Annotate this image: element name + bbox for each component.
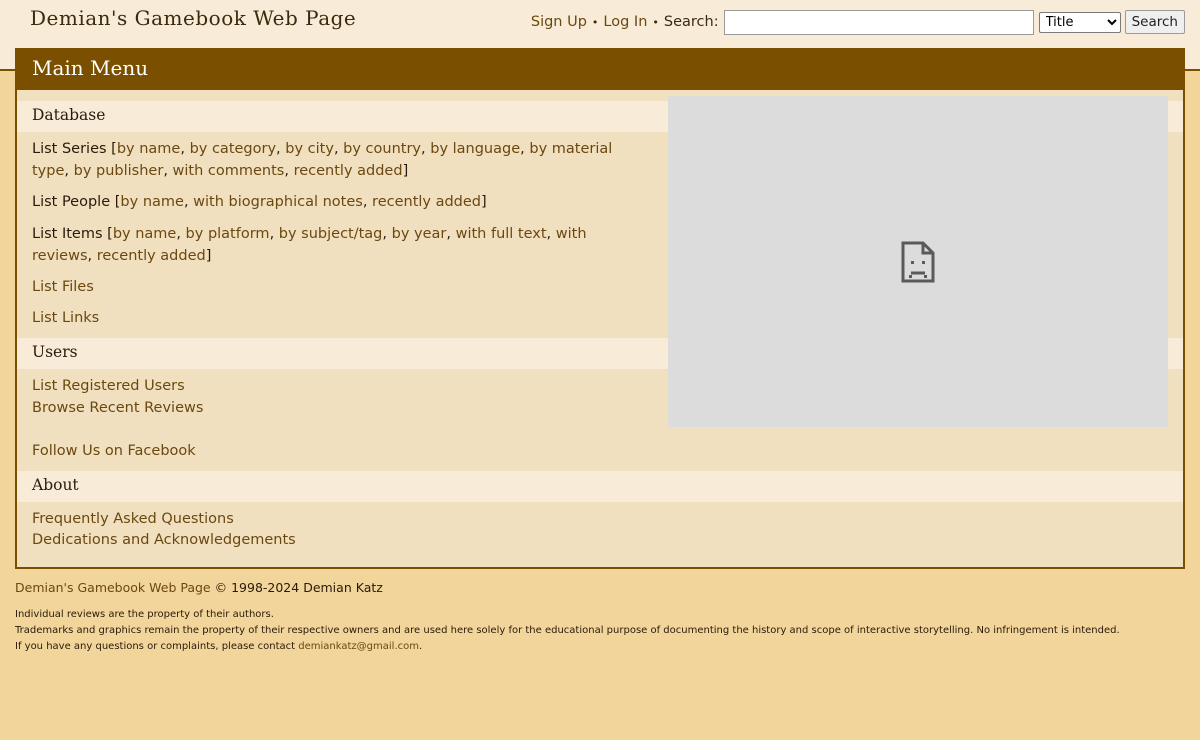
faq-link[interactable]: Frequently Asked Questions — [32, 511, 234, 527]
registered-users-line: List Registered Users — [32, 375, 632, 397]
items-by-platform-link[interactable]: by platform — [186, 226, 270, 242]
list-people-line: List People [by name, with biographical … — [32, 194, 487, 210]
list-files-line: List Files — [32, 276, 632, 298]
list-series-line: List Series [by name, by category, by ci… — [32, 141, 613, 179]
search-button[interactable]: Search — [1124, 10, 1185, 34]
items-recently-added-link[interactable]: recently added — [97, 248, 206, 264]
separator: • — [591, 15, 599, 29]
series-by-name-link[interactable]: by name — [117, 141, 181, 157]
facebook-link[interactable]: Follow Us on Facebook — [32, 443, 196, 459]
list-items-line: List Items [by name, by platform, by sub… — [32, 226, 587, 264]
items-full-text-link[interactable]: with full text — [456, 226, 547, 242]
contact-notice: If you have any questions or complaints,… — [15, 639, 1185, 655]
faq-line: Frequently Asked Questions — [32, 508, 632, 530]
search-label: Search: — [663, 14, 719, 30]
copyright-line: Demian's Gamebook Web Page © 1998-2024 D… — [15, 580, 1185, 595]
footer: Demian's Gamebook Web Page © 1998-2024 D… — [15, 580, 1185, 655]
items-by-name-link[interactable]: by name — [113, 226, 177, 242]
list-links-line: List Links — [32, 307, 632, 329]
series-recently-added-link[interactable]: recently added — [294, 163, 403, 179]
log-in-link[interactable]: Log In — [603, 14, 647, 30]
list-people-label: List People — [32, 194, 111, 210]
sign-up-link[interactable]: Sign Up — [531, 14, 587, 30]
about-heading: About — [17, 471, 1183, 502]
site-title[interactable]: Demian's Gamebook Web Page — [30, 6, 356, 30]
series-by-category-link[interactable]: by category — [190, 141, 276, 157]
people-by-name-link[interactable]: by name — [120, 194, 184, 210]
dedications-link[interactable]: Dedications and Acknowledgements — [32, 532, 296, 548]
contact-prefix: If you have any questions or complaints,… — [15, 641, 296, 652]
items-by-year-link[interactable]: by year — [392, 226, 447, 242]
trademark-notice: Trademarks and graphics remain the prope… — [15, 625, 1120, 636]
search-input[interactable] — [723, 9, 1034, 35]
main-menu-panel: Main Menu Database List Series [by name,… — [15, 48, 1185, 569]
series-by-language-link[interactable]: by language — [430, 141, 520, 157]
list-series-label: List Series — [32, 141, 107, 157]
items-by-subject-tag-link[interactable]: by subject/tag — [279, 226, 383, 242]
series-by-country-link[interactable]: by country — [343, 141, 421, 157]
list-links-link[interactable]: List Links — [32, 310, 99, 326]
facebook-line: Follow Us on Facebook — [32, 440, 632, 462]
registered-users-link[interactable]: List Registered Users — [32, 378, 185, 394]
list-items-label: List Items — [32, 226, 103, 242]
auth-search-bar: Sign Up • Log In • Search: Title Search — [531, 9, 1185, 35]
recent-reviews-line: Browse Recent Reviews — [32, 397, 632, 419]
series-with-comments-link[interactable]: with comments — [173, 163, 285, 179]
recent-reviews-link[interactable]: Browse Recent Reviews — [32, 400, 203, 416]
people-recently-added-link[interactable]: recently added — [372, 194, 481, 210]
contact-email-link[interactable]: demiankatz@gmail.com — [298, 641, 419, 652]
list-files-link[interactable]: List Files — [32, 279, 94, 295]
broken-image-placeholder — [668, 96, 1168, 427]
copyright-text: © 1998-2024 Demian Katz — [214, 580, 383, 595]
separator: • — [652, 15, 659, 29]
series-by-city-link[interactable]: by city — [285, 141, 334, 157]
reviews-notice: Individual reviews are the property of t… — [15, 609, 274, 620]
broken-image-icon — [901, 241, 935, 282]
series-by-publisher-link[interactable]: by publisher — [74, 163, 164, 179]
dedications-line: Dedications and Acknowledgements — [32, 529, 632, 551]
footer-site-link[interactable]: Demian's Gamebook Web Page — [15, 580, 211, 595]
search-type-select[interactable]: Title — [1038, 11, 1121, 33]
main-menu-title: Main Menu — [17, 50, 1183, 90]
people-biographical-notes-link[interactable]: with biographical notes — [193, 194, 363, 210]
contact-suffix: . — [418, 641, 423, 652]
